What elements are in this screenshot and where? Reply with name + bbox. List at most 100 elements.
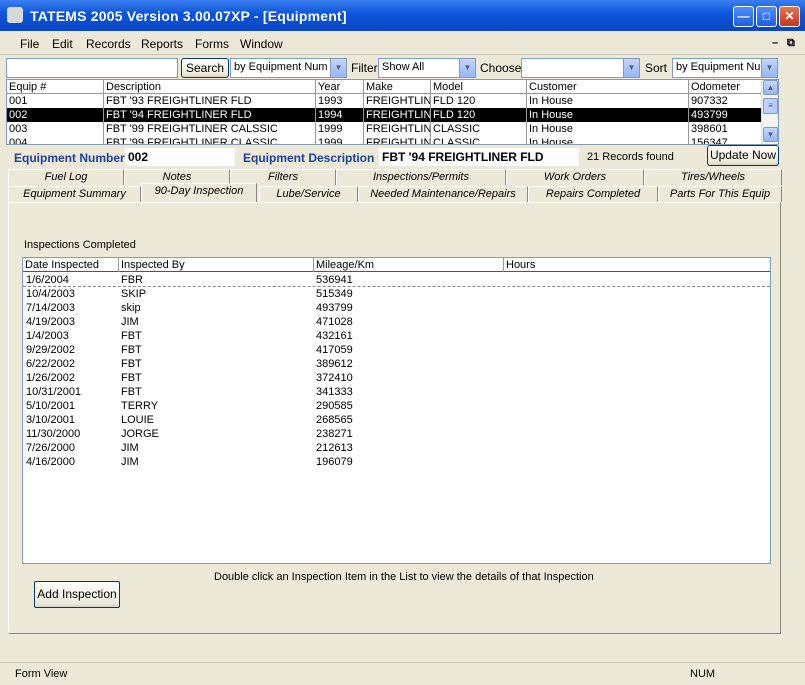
add-inspection-button[interactable]: Add Inspection: [34, 581, 120, 608]
maximize-button[interactable]: □: [756, 6, 777, 27]
tab-fuel-log[interactable]: Fuel Log: [8, 169, 124, 185]
table-row[interactable]: 10/31/2001 FBT 341333: [23, 385, 770, 399]
tab-needed-maintenance-repairs[interactable]: Needed Maintenance/Repairs: [358, 186, 528, 202]
menu-records[interactable]: Records: [86, 37, 131, 51]
menu-reports[interactable]: Reports: [141, 37, 183, 51]
title-bar[interactable]: TATEMS 2005 Version 3.00.07XP - [Equipme…: [0, 0, 805, 31]
tab-equipment-summary[interactable]: Equipment Summary: [8, 186, 141, 202]
table-cell: In House: [526, 108, 688, 122]
table-cell: FBT: [121, 344, 142, 356]
table-row[interactable]: 1/4/2003 FBT 432161: [23, 329, 770, 343]
equipment-list-scrollbar[interactable]: ▲ ≡ ▼: [761, 80, 778, 144]
table-row[interactable]: 6/22/2002 FBT 389612: [23, 357, 770, 371]
table-cell: 11/30/2000: [26, 428, 81, 440]
search-button[interactable]: Search: [181, 58, 229, 78]
inspections-completed-label: Inspections Completed: [24, 239, 136, 251]
table-cell: 1/6/2004: [26, 274, 69, 286]
column-header[interactable]: Make: [363, 80, 430, 94]
table-cell: FBT: [121, 358, 142, 370]
column-header[interactable]: Description: [103, 80, 315, 94]
tab-tires-wheels[interactable]: Tires/Wheels: [644, 169, 782, 185]
chevron-down-icon[interactable]: ▼: [459, 59, 475, 77]
tab-90-day-inspection[interactable]: 90-Day Inspection: [141, 183, 257, 202]
table-cell: 398601: [688, 122, 762, 136]
table-row[interactable]: 11/30/2000 JORGE 238271: [23, 427, 770, 441]
menu-edit[interactable]: Edit: [52, 37, 73, 51]
column-header[interactable]: Customer: [526, 80, 688, 94]
scroll-down-icon[interactable]: ▼: [763, 127, 778, 142]
column-header[interactable]: Equip #: [7, 80, 103, 94]
table-row[interactable]: 7/26/2000 JIM 212613: [23, 441, 770, 455]
table-row[interactable]: 1/6/2004 FBR 536941: [23, 273, 770, 287]
table-cell: 907332: [688, 94, 762, 108]
table-cell: 238271: [316, 428, 353, 440]
search-input[interactable]: [6, 58, 178, 78]
scroll-thumb[interactable]: ≡: [763, 98, 778, 114]
table-row[interactable]: 7/14/2003 skip 493799: [23, 301, 770, 315]
menu-window[interactable]: Window: [240, 37, 283, 51]
table-cell: 6/22/2002: [26, 358, 75, 370]
mdi-minimize-icon[interactable]: –: [772, 37, 778, 49]
column-header[interactable]: Odometer: [688, 80, 762, 94]
minimize-button[interactable]: —: [733, 6, 754, 27]
table-cell: SKIP: [121, 288, 147, 300]
table-cell: [503, 413, 770, 427]
chevron-down-icon[interactable]: ▼: [330, 59, 346, 77]
column-header[interactable]: Inspected By: [118, 258, 313, 272]
tab-parts-for-this-equip[interactable]: Parts For This Equip: [658, 186, 782, 202]
table-row[interactable]: 10/4/2003 SKIP 515349: [23, 287, 770, 301]
column-header[interactable]: Mileage/Km: [313, 258, 503, 272]
table-row[interactable]: 4/16/2000 JIM 196079: [23, 455, 770, 469]
choose-select[interactable]: ▼: [521, 58, 640, 78]
table-row[interactable]: 003 FBT '99 FREIGHTLINER CALSSIC 1999 FREIG…: [7, 122, 762, 136]
table-row[interactable]: 001 FBT '93 FREIGHTLINER FLD 1993 FREIGHTLI…: [7, 94, 762, 108]
menu-bar: File Edit Records Reports Forms Window –…: [0, 31, 805, 55]
table-cell: 1994: [315, 108, 363, 122]
table-cell: 268565: [316, 414, 353, 426]
table-cell: [503, 329, 770, 343]
table-cell: 372410: [316, 372, 353, 384]
filter-label: Filter: [351, 61, 378, 75]
table-row[interactable]: 1/26/2002 FBT 372410: [23, 371, 770, 385]
close-button[interactable]: ✕: [779, 6, 800, 27]
scroll-up-icon[interactable]: ▲: [763, 80, 778, 95]
table-cell: skip: [121, 302, 141, 314]
filter-select[interactable]: Show All ▼: [378, 58, 476, 78]
chevron-down-icon[interactable]: ▼: [623, 59, 639, 77]
tab-repairs-completed[interactable]: Repairs Completed: [528, 186, 658, 202]
table-row[interactable]: 4/19/2003 JIM 471028: [23, 315, 770, 329]
filter-value: Show All: [382, 61, 425, 73]
menu-file[interactable]: File: [20, 37, 39, 51]
table-cell: In House: [526, 122, 688, 136]
menu-forms[interactable]: Forms: [195, 37, 229, 51]
chevron-down-icon[interactable]: ▼: [761, 59, 777, 77]
column-header[interactable]: Year: [315, 80, 363, 94]
mdi-restore-icon[interactable]: ⧉: [787, 37, 795, 50]
table-cell: 1/26/2002: [26, 372, 75, 384]
update-now-button[interactable]: Update Now: [707, 145, 779, 166]
search-by-select[interactable]: by Equipment Num ▼: [230, 58, 347, 78]
column-header[interactable]: Date Inspected: [23, 258, 118, 272]
table-cell: FLD 120: [430, 108, 526, 122]
sort-select[interactable]: by Equipment Num ▼: [672, 58, 778, 78]
table-cell: [503, 441, 770, 455]
table-row[interactable]: 004 FBT '99 FREIGHTLINER CLASSIC 1999 FREIG…: [7, 136, 762, 144]
table-row[interactable]: 3/10/2001 LOUIE 268565: [23, 413, 770, 427]
table-row[interactable]: 5/10/2001 TERRY 290585: [23, 399, 770, 413]
inspections-list-header: Date Inspected Inspected By Mileage/Km H…: [23, 258, 770, 272]
column-header[interactable]: Hours: [503, 258, 770, 272]
table-cell: 001: [9, 95, 28, 107]
table-row[interactable]: 9/29/2002 FBT 417059: [23, 343, 770, 357]
table-cell: FREIGHTLINE: [363, 94, 430, 108]
column-header[interactable]: Model: [430, 80, 526, 94]
app-icon: [7, 7, 23, 23]
tab-inspections-permits[interactable]: Inspections/Permits: [336, 169, 506, 185]
inspections-list[interactable]: Date Inspected Inspected By Mileage/Km H…: [22, 257, 771, 564]
table-row[interactable]: 002 FBT '94 FREIGHTLINER FLD 1994 FREIGHTLI…: [7, 108, 762, 122]
equipment-description-field[interactable]: FBT '94 FREIGHTLINER FLD: [379, 148, 579, 166]
equipment-number-field[interactable]: 002: [125, 148, 235, 166]
tab-work-orders[interactable]: Work Orders: [506, 169, 644, 185]
table-cell: 471028: [316, 316, 353, 328]
equipment-list[interactable]: Equip # Description Year Make Model Cust…: [6, 79, 779, 145]
tab-lube-service[interactable]: Lube/Service: [259, 186, 358, 202]
